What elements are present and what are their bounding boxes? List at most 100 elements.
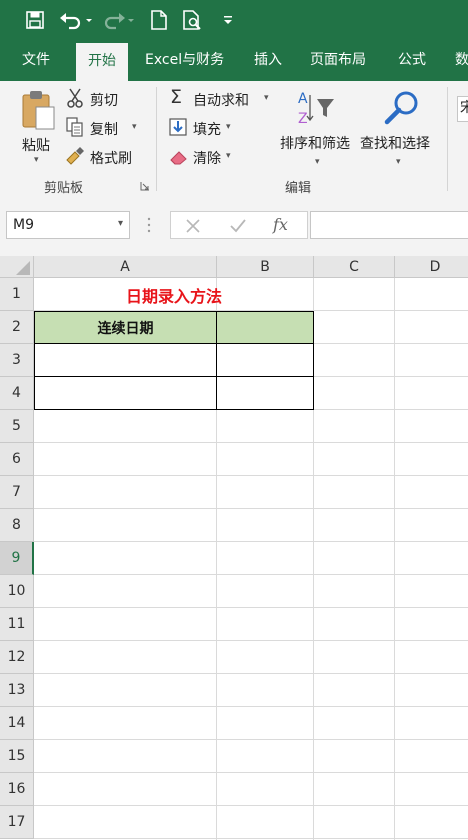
fill-label: 填充: [193, 122, 221, 138]
column-header-a[interactable]: A: [34, 256, 217, 278]
row-header-10[interactable]: 10: [0, 575, 34, 608]
gridline-horizontal: [34, 607, 468, 608]
find-select-label: 查找和选择: [360, 136, 430, 152]
gridline-horizontal: [34, 541, 468, 542]
select-all-triangle-icon: [16, 261, 30, 275]
editing-group-label: 编辑: [285, 181, 312, 196]
redo-icon[interactable]: [102, 8, 136, 32]
cut-label: 剪切: [90, 93, 118, 109]
format-painter-label: 格式刷: [90, 151, 132, 167]
row-header-17[interactable]: 17: [0, 806, 34, 839]
paste-icon: [22, 91, 55, 130]
name-box[interactable]: M9 ▾: [6, 211, 130, 239]
row-header-16[interactable]: 16: [0, 773, 34, 806]
find-select-button[interactable]: 查找和选择 ▾: [360, 87, 440, 171]
clear-button[interactable]: 清除 ▾: [168, 146, 248, 168]
sort-filter-dropdown-icon[interactable]: ▾: [315, 157, 320, 167]
clear-dropdown-icon[interactable]: ▾: [226, 151, 231, 161]
cell-a4[interactable]: [34, 376, 217, 410]
row-header-4[interactable]: 4: [0, 377, 34, 410]
clipboard-group-label: 剪贴板: [44, 181, 84, 196]
gridline-horizontal: [34, 574, 468, 575]
cut-button[interactable]: 剪切: [66, 88, 146, 110]
row-header-14[interactable]: 14: [0, 707, 34, 740]
row-header-13[interactable]: 13: [0, 674, 34, 707]
column-header-d[interactable]: D: [395, 256, 468, 278]
autosum-button[interactable]: Σ 自动求和 ▾: [168, 86, 276, 110]
paste-dropdown-icon[interactable]: ▾: [34, 155, 39, 165]
column-header-b[interactable]: B: [217, 256, 314, 278]
gridline-horizontal: [34, 739, 468, 740]
cell-b4[interactable]: [216, 376, 314, 410]
tab-home[interactable]: 开始: [76, 43, 128, 81]
gridline-horizontal: [34, 475, 468, 476]
formula-buttons: fx: [170, 211, 308, 239]
tab-data[interactable]: 数: [455, 40, 468, 81]
gridline-horizontal: [34, 805, 468, 806]
clear-label: 清除: [193, 151, 221, 167]
row-header-7[interactable]: 7: [0, 476, 34, 509]
row-header-9[interactable]: 9: [0, 542, 34, 575]
column-header-c[interactable]: C: [314, 256, 395, 278]
tab-file[interactable]: 文件: [22, 40, 50, 81]
cell-a2-header[interactable]: 连续日期: [34, 311, 217, 344]
tab-excel-finance[interactable]: Excel与财务: [145, 40, 224, 81]
tab-page-layout[interactable]: 页面布局: [310, 40, 366, 81]
row-header-8[interactable]: 8: [0, 509, 34, 542]
formula-bar: M9 ▾ fx: [0, 198, 468, 256]
gridline-horizontal: [34, 772, 468, 773]
enter-check-icon[interactable]: [229, 218, 247, 234]
print-preview-icon[interactable]: [181, 8, 205, 32]
tab-insert[interactable]: 插入: [254, 40, 282, 81]
row-header-3[interactable]: 3: [0, 344, 34, 377]
row-header-12[interactable]: 12: [0, 641, 34, 674]
cell-a1-title[interactable]: 日期录入方法: [34, 278, 314, 311]
ribbon-separator: [447, 87, 448, 191]
row-header-11[interactable]: 11: [0, 608, 34, 641]
row-header-1[interactable]: 1: [0, 278, 34, 311]
gridline-horizontal: [34, 640, 468, 641]
sort-filter-label: 排序和筛选: [280, 136, 350, 152]
select-all-button[interactable]: [0, 256, 34, 278]
svg-text:Z: Z: [298, 111, 308, 127]
row-header-5[interactable]: 5: [0, 410, 34, 443]
autosum-label: 自动求和: [193, 93, 249, 109]
paste-label: 粘贴: [22, 138, 50, 154]
new-file-icon[interactable]: [148, 8, 170, 32]
customize-qat-icon[interactable]: [220, 8, 236, 32]
insert-function-icon[interactable]: fx: [273, 215, 288, 234]
undo-icon[interactable]: [58, 8, 94, 32]
tab-formulas[interactable]: 公式: [398, 40, 426, 81]
ribbon-tabs: 文件 开始 Excel与财务 插入 页面布局 公式 数: [0, 40, 468, 81]
clipboard-dialog-launcher-icon[interactable]: [140, 180, 150, 191]
sort-filter-button[interactable]: A Z 排序和筛选 ▾: [278, 87, 358, 171]
formula-bar-grip-icon[interactable]: [146, 216, 152, 234]
cell-b2-header[interactable]: [216, 311, 314, 344]
font-name-box[interactable]: 宋: [457, 96, 468, 122]
cancel-icon[interactable]: [185, 218, 201, 234]
save-icon[interactable]: [22, 8, 48, 32]
ribbon-separator: [156, 87, 157, 191]
format-painter-icon: [66, 147, 84, 165]
name-box-dropdown-icon[interactable]: ▾: [118, 218, 123, 229]
row-header-2[interactable]: 2: [0, 311, 34, 344]
copy-icon: [66, 117, 83, 137]
ribbon-home: 粘贴 ▾ 剪切 复制 ▾ 格式刷 剪贴板 Σ 自动求和 ▾ 填充 ▾ 清除 ▾ …: [0, 81, 468, 199]
worksheet-grid[interactable]: A B C D 1 2 3 4 5 6 7 8 9 10 11 12 13 14 15 16 17 日期录入方法…: [0, 256, 468, 840]
copy-button[interactable]: 复制 ▾: [66, 117, 146, 139]
gridline-horizontal: [34, 838, 468, 839]
gridline-horizontal: [34, 508, 468, 509]
fill-button[interactable]: 填充 ▾: [168, 117, 248, 139]
formula-input[interactable]: [310, 211, 468, 239]
cell-b3[interactable]: [216, 343, 314, 377]
copy-dropdown-icon[interactable]: ▾: [132, 122, 137, 132]
fill-dropdown-icon[interactable]: ▾: [226, 122, 231, 132]
format-painter-button[interactable]: 格式刷: [66, 146, 146, 168]
cell-a3[interactable]: [34, 343, 217, 377]
row-header-6[interactable]: 6: [0, 443, 34, 476]
row-header-15[interactable]: 15: [0, 740, 34, 773]
gridline-horizontal: [34, 673, 468, 674]
autosum-dropdown-icon[interactable]: ▾: [264, 93, 269, 103]
paste-button[interactable]: 粘贴 ▾: [18, 87, 58, 165]
find-select-dropdown-icon[interactable]: ▾: [396, 157, 401, 167]
